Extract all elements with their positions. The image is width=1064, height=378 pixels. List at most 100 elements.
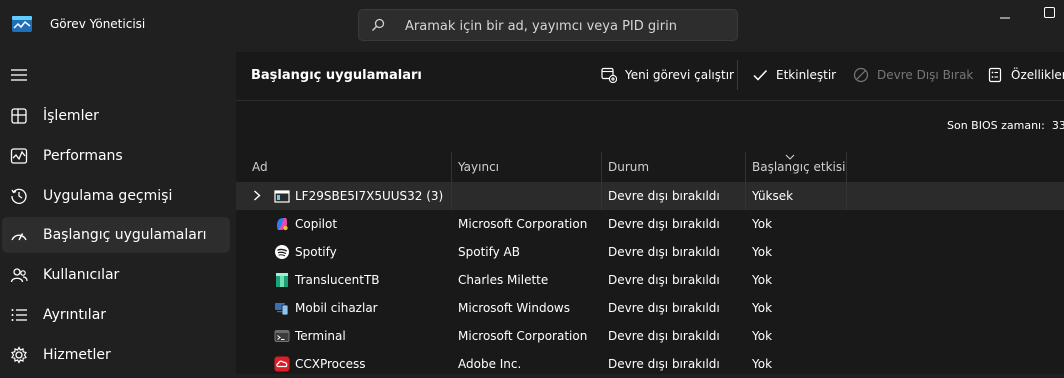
copilot-icon (277, 218, 288, 231)
mobile-devices-icon (275, 303, 289, 316)
new-task-icon (601, 67, 617, 83)
app-startup-impact: Yok (752, 273, 773, 287)
column-divider (601, 182, 602, 210)
properties-icon (988, 67, 1002, 83)
app-name: CCXProcess (295, 357, 366, 371)
maximize-icon[interactable] (1044, 7, 1055, 18)
app-history-icon (11, 188, 27, 204)
table-row[interactable]: Mobil cihazlar Microsoft Windows Devre d… (236, 294, 846, 322)
services-icon (11, 346, 27, 364)
app-name: Spotify (295, 245, 337, 259)
sidebar-item-startup-apps[interactable]: Başlangıç uygulamaları (2, 217, 230, 253)
window-app-icon (274, 190, 290, 203)
toolbar-separator (737, 60, 738, 90)
app-status: Devre dışı bırakıldı (608, 329, 720, 343)
column-divider (846, 182, 847, 210)
processes-icon (11, 108, 27, 124)
startup-apps-table: Ad Yayıncı Durum Başlangıç etkisi LF29SB… (236, 152, 1064, 374)
bios-time-label: Son BIOS zamanı: (947, 119, 1045, 132)
table-row[interactable]: Copilot Microsoft Corporation Devre dışı… (236, 210, 846, 238)
title-bar: Görev Yöneticisi (0, 0, 1064, 52)
app-name: LF29SBE5I7X5UUS32 (3) (295, 189, 444, 203)
app-status: Devre dışı bırakıldı (608, 245, 720, 259)
sidebar-item-app-history[interactable]: Uygulama geçmişi (2, 178, 230, 214)
run-new-task-button[interactable]: Yeni görevi çalıştır (601, 66, 734, 86)
checkmark-icon (753, 69, 768, 81)
app-publisher: Adobe Inc. (458, 357, 522, 371)
sidebar-item-label: Uygulama geçmişi (43, 188, 173, 204)
sidebar-item-label: Performans (43, 148, 123, 164)
sidebar-item-label: Ayrıntılar (43, 307, 107, 323)
app-status: Devre dışı bırakıldı (608, 301, 720, 315)
column-header-publisher[interactable]: Yayıncı (458, 160, 499, 174)
spotify-icon (275, 245, 289, 259)
sidebar-item-details[interactable]: Ayrıntılar (2, 297, 230, 333)
app-publisher: Microsoft Corporation (458, 329, 588, 343)
app-publisher: Spotify AB (458, 245, 520, 259)
app-publisher: Microsoft Windows (458, 301, 570, 315)
hamburger-menu-icon[interactable] (10, 68, 28, 82)
enable-button[interactable]: Etkinleştir (752, 66, 836, 86)
run-new-task-label: Yeni görevi çalıştır (625, 68, 734, 82)
sidebar-item-services[interactable]: Hizmetler (2, 337, 230, 373)
sidebar-item-label: Kullanıcılar (43, 267, 120, 283)
details-icon (11, 309, 27, 321)
app-startup-impact: Yok (752, 245, 773, 259)
app-status: Devre dışı bırakıldı (608, 357, 720, 371)
page-title: Başlangıç uygulamaları (251, 68, 422, 83)
terminal-icon (274, 330, 290, 342)
column-header-status[interactable]: Durum (608, 160, 649, 174)
sidebar-item-performance[interactable]: Performans (2, 138, 230, 174)
disable-button[interactable]: Devre Dışı Bırak (853, 66, 973, 86)
app-startup-impact: Yok (752, 357, 773, 371)
app-status: Devre dışı bırakıldı (608, 273, 720, 287)
performance-icon (10, 148, 28, 164)
column-divider[interactable] (846, 152, 847, 182)
sidebar-item-processes[interactable]: İşlemler (2, 98, 230, 134)
app-startup-impact: Yüksek (752, 189, 794, 203)
column-divider[interactable] (451, 152, 452, 182)
disable-icon (853, 67, 869, 83)
app-startup-impact: Yok (752, 217, 773, 231)
properties-label: Özellikler (1011, 68, 1064, 82)
table-row[interactable]: TranslucentTB Charles Milette Devre dışı… (236, 266, 846, 294)
column-divider[interactable] (745, 152, 746, 182)
disable-label: Devre Dışı Bırak (877, 68, 974, 82)
chevron-right-icon[interactable] (253, 190, 261, 201)
column-header-name[interactable]: Ad (252, 160, 268, 174)
sidebar-item-users[interactable]: Kullanıcılar (2, 257, 230, 293)
minimize-icon[interactable] (1000, 13, 1010, 23)
table-row[interactable]: Terminal Microsoft Corporation Devre dış… (236, 322, 846, 350)
app-startup-impact: Yok (752, 301, 773, 315)
column-divider[interactable] (601, 152, 602, 182)
users-icon (10, 268, 28, 283)
creative-cloud-icon (274, 356, 290, 372)
sidebar-item-label: Hizmetler (43, 347, 111, 363)
app-publisher: Microsoft Corporation (458, 217, 588, 231)
app-status: Devre dışı bırakıldı (608, 189, 720, 203)
app-startup-impact: Yok (752, 329, 773, 343)
column-header-startup-impact[interactable]: Başlangıç etkisi (752, 160, 845, 174)
column-divider (451, 182, 452, 210)
selected-row-extension (846, 182, 1064, 210)
search-input[interactable] (403, 15, 727, 37)
enable-label: Etkinleştir (776, 68, 837, 82)
app-name: Copilot (295, 217, 338, 231)
properties-button[interactable]: Özellikler (987, 66, 1064, 86)
main-content: Başlangıç uygulamaları Yeni görevi çalış… (236, 52, 1064, 374)
sidebar-item-label: İşlemler (43, 108, 99, 124)
table-row[interactable]: LF29SBE5I7X5UUS32 (3) Devre dışı bırakıl… (236, 182, 846, 210)
column-divider (745, 182, 746, 210)
page-header: Başlangıç uygulamaları Yeni görevi çalış… (236, 52, 1064, 101)
table-row[interactable]: Spotify Spotify AB Devre dışı bırakıldı … (236, 238, 846, 266)
window-title: Görev Yöneticisi (50, 17, 146, 31)
sort-descending-icon (785, 154, 795, 160)
sidebar-item-label: Başlangıç uygulamaları (43, 227, 207, 243)
startup-apps-icon (11, 233, 27, 241)
app-name: Mobil cihazlar (295, 301, 378, 315)
translucenttb-icon (276, 273, 288, 287)
bios-time-value: 33.5 (1051, 119, 1064, 132)
search-box[interactable] (358, 9, 738, 41)
app-publisher: Charles Milette (458, 273, 549, 287)
bios-time: Son BIOS zamanı: 33.5 (947, 119, 1064, 132)
